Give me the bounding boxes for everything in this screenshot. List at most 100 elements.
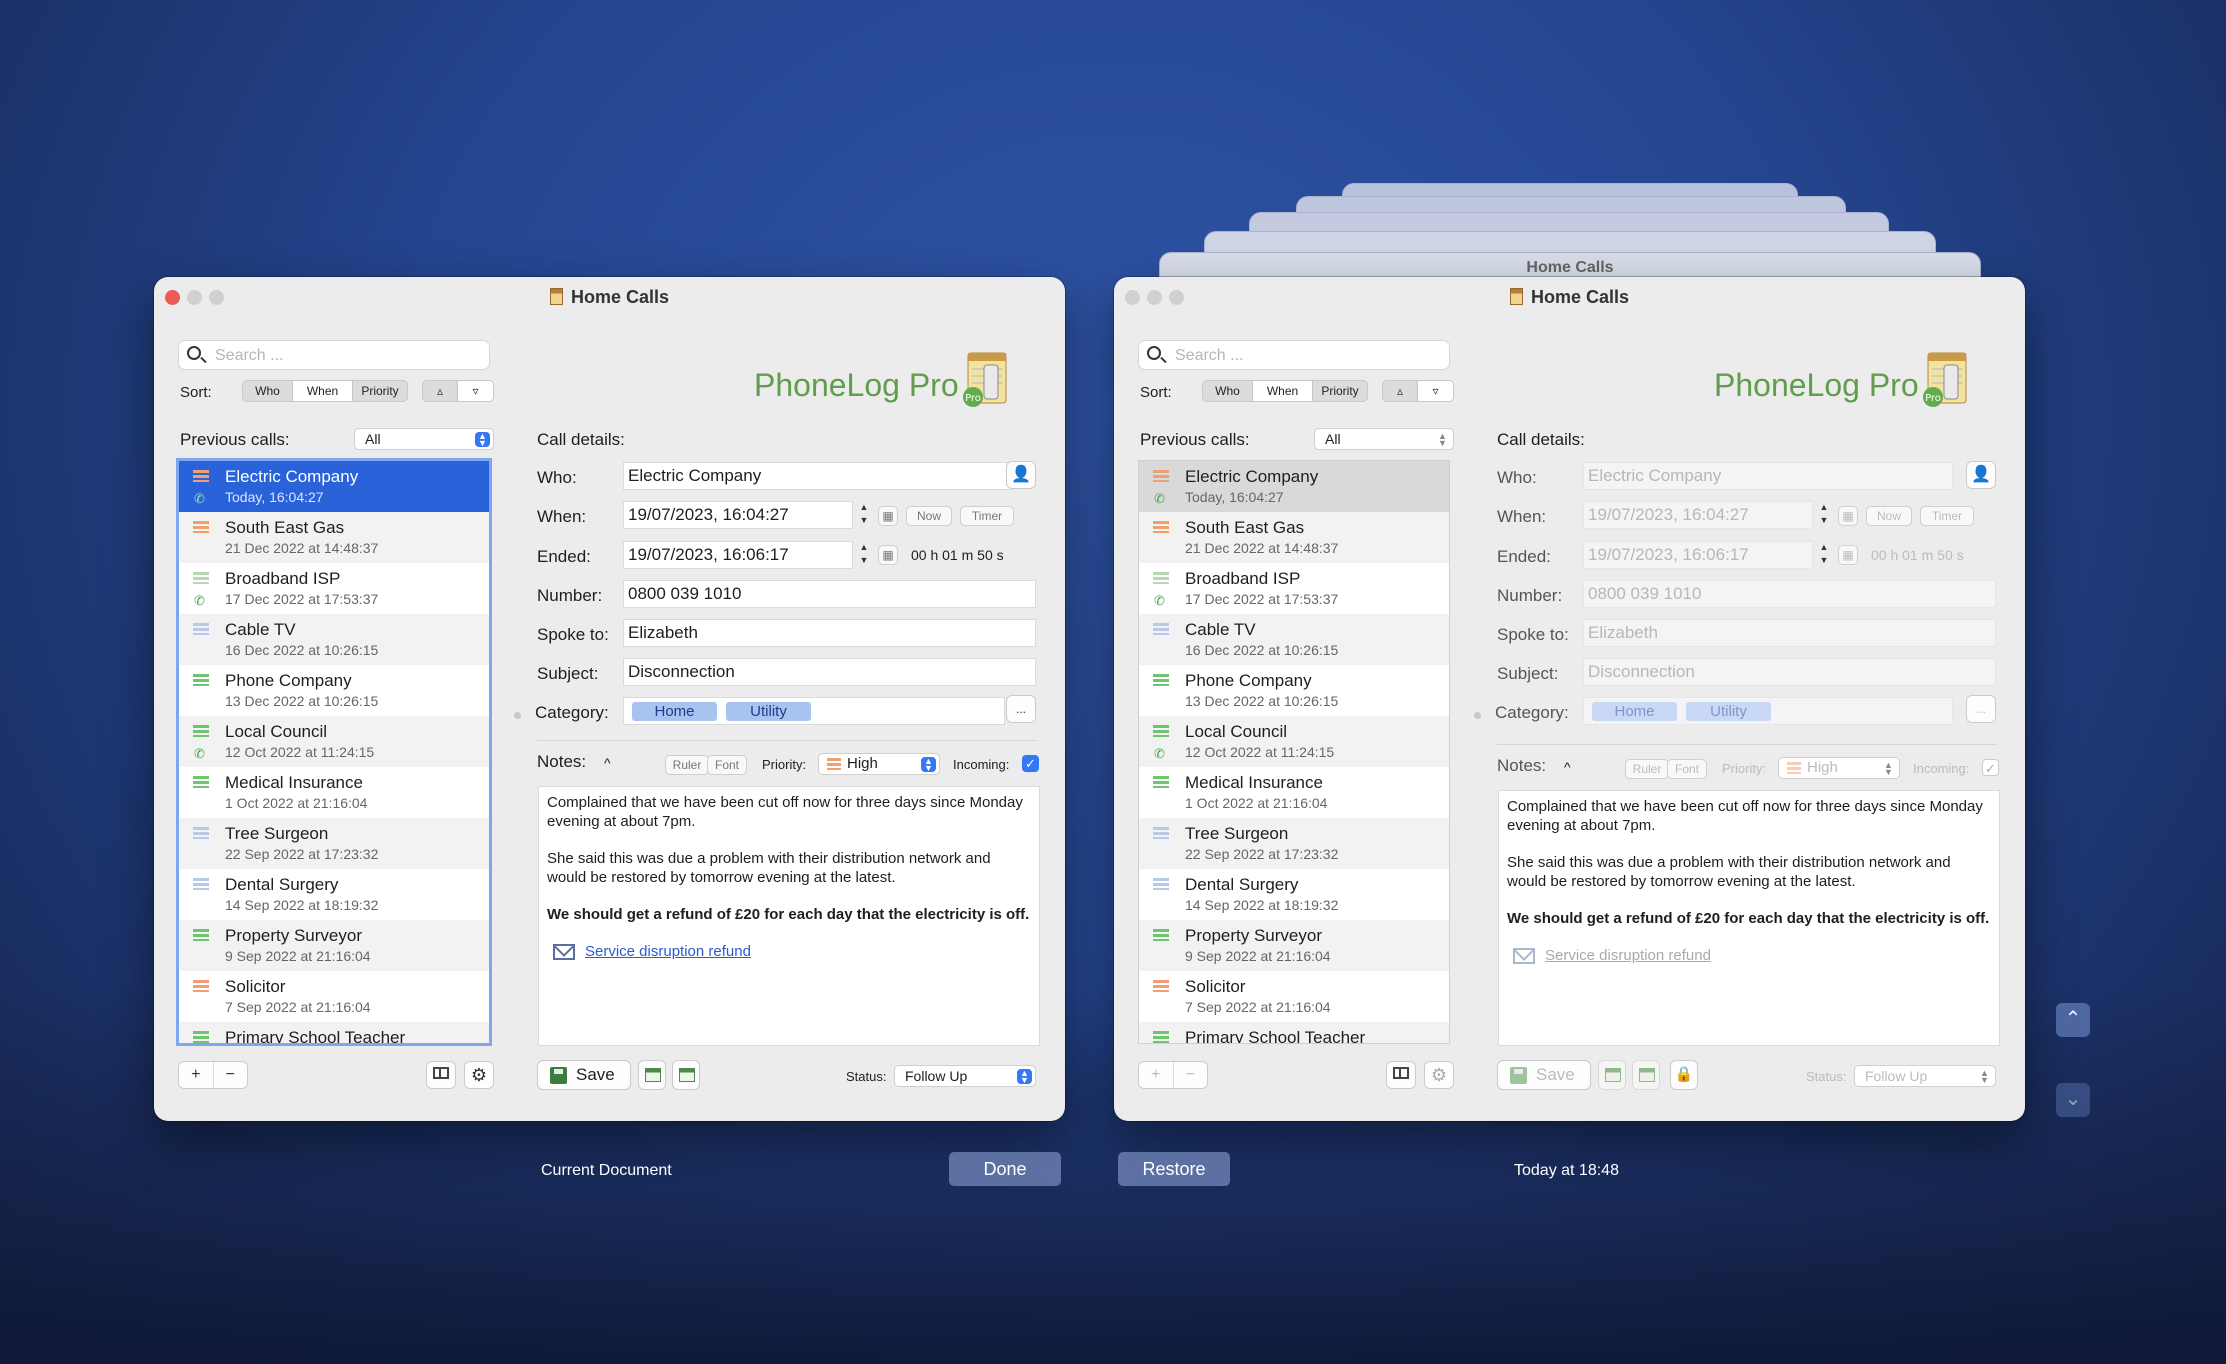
older-version-button[interactable]: ⌄ [2056,1083,2090,1117]
search-input[interactable]: Search ... [1138,340,1450,370]
search-input[interactable]: Search ... [178,340,490,370]
list-item[interactable]: South East Gas 21 Dec 2022 at 14:48:37 [1139,512,1449,563]
reminder-button[interactable] [672,1060,700,1090]
subject-field[interactable]: Disconnection [623,658,1036,686]
subject-field[interactable]: Disconnection [1583,658,1996,686]
sort-priority-button[interactable]: Priority [353,381,407,401]
newer-version-button[interactable]: ⌃ [2056,1003,2090,1037]
calendar-add-button[interactable] [638,1060,666,1090]
priority-select[interactable]: High ▲ ▼ [1778,757,1900,779]
list-item[interactable]: Tree Surgeon 22 Sep 2022 at 17:23:32 [179,818,489,869]
sort-who-button[interactable]: Who [1203,381,1253,401]
when-field[interactable]: 19/07/2023, 16:04:27 [623,501,853,529]
ended-stepper[interactable]: ▲ ▼ [1817,541,1831,569]
now-button[interactable]: Now [1866,506,1912,526]
settings-button[interactable]: ⚙ [1424,1061,1454,1089]
number-field[interactable]: 0800 039 1010 [1583,580,1996,608]
sort-descending-button[interactable]: ▿ [458,381,493,401]
notes-collapse-toggle[interactable]: ^ [604,755,611,771]
category-token-field[interactable]: Home Utility [1583,697,1953,725]
reminder-button[interactable] [1632,1060,1660,1090]
attachment-link[interactable]: Service disruption refund [585,942,751,961]
done-button[interactable]: Done [949,1152,1061,1186]
spoke-to-field[interactable]: Elizabeth [623,619,1036,647]
settings-button[interactable]: ⚙ [464,1061,494,1089]
calendar-add-button[interactable] [1598,1060,1626,1090]
ruler-button[interactable]: Ruler [665,755,709,775]
spoke-to-field[interactable]: Elizabeth [1583,619,1996,647]
now-button[interactable]: Now [906,506,952,526]
list-item[interactable]: Solicitor 7 Sep 2022 at 21:16:04 [1139,971,1449,1022]
category-token-field[interactable]: Home Utility [623,697,1005,725]
remove-call-button[interactable]: − [214,1062,248,1088]
columns-button[interactable] [1386,1061,1416,1089]
sort-when-button[interactable]: When [1253,381,1313,401]
list-item[interactable]: Primary School Teacher [179,1022,489,1043]
number-field[interactable]: 0800 039 1010 [623,580,1036,608]
list-item[interactable]: ✆ Broadband ISP 17 Dec 2022 at 17:53:37 [179,563,489,614]
list-item[interactable]: Phone Company 13 Dec 2022 at 10:26:15 [179,665,489,716]
incoming-checkbox[interactable]: ✓ [1982,759,1999,776]
incoming-checkbox[interactable]: ✓ [1022,755,1039,772]
sort-when-button[interactable]: When [293,381,353,401]
list-item[interactable]: ✆ Electric Company Today, 16:04:27 [179,461,489,512]
timer-button[interactable]: Timer [1920,506,1974,526]
list-item[interactable]: ✆ Local Council 12 Oct 2022 at 11:24:15 [1139,716,1449,767]
save-button[interactable]: Save [537,1060,631,1090]
who-field[interactable]: Electric Company [1583,462,1953,490]
sort-ascending-button[interactable]: ▵ [1383,381,1418,401]
priority-select[interactable]: High ▲ ▼ [818,753,940,775]
who-field[interactable]: Electric Company [623,462,1013,490]
list-item[interactable]: Cable TV 16 Dec 2022 at 10:26:15 [1139,614,1449,665]
list-item[interactable]: ✆ Broadband ISP 17 Dec 2022 at 17:53:37 [1139,563,1449,614]
notes-attachment[interactable]: Service disruption refund [1507,946,1991,965]
contact-picker-button[interactable]: 👤 [1966,461,1996,489]
list-item[interactable]: South East Gas 21 Dec 2022 at 14:48:37 [179,512,489,563]
sort-who-button[interactable]: Who [243,381,293,401]
list-item[interactable]: Property Surveyor 9 Sep 2022 at 21:16:04 [1139,920,1449,971]
list-item[interactable]: ✆ Electric Company Today, 16:04:27 [1139,461,1449,512]
ended-calendar-button[interactable]: ▦ [878,545,898,565]
sort-ascending-button[interactable]: ▵ [423,381,458,401]
when-stepper[interactable]: ▲ ▼ [1817,501,1831,529]
category-more-button[interactable]: ... [1966,695,1996,723]
notes-editor[interactable]: Complained that we have been cut off now… [538,786,1040,1046]
status-select[interactable]: Follow Up ▲ ▼ [1854,1065,1996,1087]
add-call-button[interactable]: + [1139,1062,1174,1088]
ended-field[interactable]: 19/07/2023, 16:06:17 [623,541,853,569]
when-stepper[interactable]: ▲ ▼ [857,501,871,529]
previous-calls-filter-select[interactable]: All ▲ ▼ [1314,428,1454,450]
list-item[interactable]: Cable TV 16 Dec 2022 at 10:26:15 [179,614,489,665]
status-select[interactable]: Follow Up ▲ ▼ [894,1065,1036,1087]
font-button[interactable]: Font [1667,759,1707,779]
ended-stepper[interactable]: ▲ ▼ [857,541,871,569]
list-item[interactable]: Solicitor 7 Sep 2022 at 21:16:04 [179,971,489,1022]
list-item[interactable]: Medical Insurance 1 Oct 2022 at 21:16:04 [1139,767,1449,818]
calls-list[interactable]: ✆ Electric Company Today, 16:04:27 South Ea… [1138,460,1450,1044]
contact-picker-button[interactable]: 👤 [1006,461,1036,489]
columns-button[interactable] [426,1061,456,1089]
when-calendar-button[interactable]: ▦ [1838,506,1858,526]
category-tag-utility[interactable]: Utility [1686,702,1771,721]
category-more-button[interactable]: ... [1006,695,1036,723]
list-item[interactable]: Medical Insurance 1 Oct 2022 at 21:16:04 [179,767,489,818]
notes-attachment[interactable]: Service disruption refund [547,942,1031,961]
remove-call-button[interactable]: − [1174,1062,1208,1088]
calls-list[interactable]: ✆ Electric Company Today, 16:04:27 South Ea… [176,458,492,1046]
ended-field[interactable]: 19/07/2023, 16:06:17 [1583,541,1813,569]
lock-button[interactable]: 🔒 [1670,1060,1698,1090]
list-item[interactable]: Tree Surgeon 22 Sep 2022 at 17:23:32 [1139,818,1449,869]
sort-priority-button[interactable]: Priority [1313,381,1367,401]
font-button[interactable]: Font [707,755,747,775]
previous-calls-filter-select[interactable]: All ▲ ▼ [354,428,494,450]
ruler-button[interactable]: Ruler [1625,759,1669,779]
ended-calendar-button[interactable]: ▦ [1838,545,1858,565]
category-tag-utility[interactable]: Utility [726,702,811,721]
when-calendar-button[interactable]: ▦ [878,506,898,526]
list-item[interactable]: Phone Company 13 Dec 2022 at 10:26:15 [1139,665,1449,716]
notes-editor[interactable]: Complained that we have been cut off now… [1498,790,2000,1046]
list-item[interactable]: Dental Surgery 14 Sep 2022 at 18:19:32 [1139,869,1449,920]
list-item[interactable]: ✆ Local Council 12 Oct 2022 at 11:24:15 [179,716,489,767]
timer-button[interactable]: Timer [960,506,1014,526]
restore-button[interactable]: Restore [1118,1152,1230,1186]
